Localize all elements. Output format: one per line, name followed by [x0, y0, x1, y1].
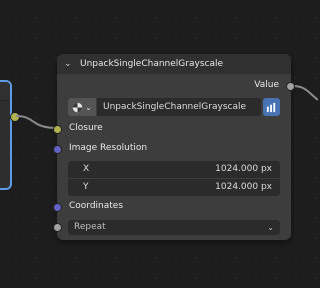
extension-value: Repeat	[74, 222, 106, 232]
resolution-y-label: Y	[83, 182, 89, 192]
resolution-x-field[interactable]: X 1024.000 px	[68, 161, 280, 178]
coordinates-input-socket[interactable]	[53, 203, 62, 212]
chevron-down-icon: ⌄	[267, 223, 274, 232]
chevron-down-icon[interactable]: ⌄	[64, 59, 74, 69]
node-header[interactable]: ⌄ UnpackSingleChannelGrayscale	[57, 54, 291, 74]
resolution-y-value: 1024.000 px	[215, 182, 272, 192]
image-selector: ⌄ UnpackSingleChannelGrayscale	[68, 98, 280, 116]
resolution-y-field[interactable]: Y 1024.000 px	[68, 179, 280, 196]
image-resolution-socket[interactable]	[53, 145, 62, 154]
value-output-socket[interactable]	[286, 82, 295, 91]
node-title: UnpackSingleChannelGrayscale	[80, 59, 224, 69]
closure-link	[15, 115, 58, 129]
chevron-down-icon: ⌄	[85, 102, 92, 112]
coordinates-label: Coordinates	[69, 201, 124, 211]
image-name-field[interactable]: UnpackSingleChannelGrayscale	[97, 98, 261, 116]
closure-input-socket[interactable]	[53, 125, 62, 134]
image-resolution-label: Image Resolution	[69, 143, 148, 153]
extension-dropdown[interactable]: Repeat ⌄	[68, 220, 280, 235]
unpack-grayscale-node[interactable]: ⌄ UnpackSingleChannelGrayscale Value ⌄ U…	[53, 54, 295, 240]
closure-label: Closure	[69, 123, 103, 133]
value-output-label: Value	[254, 80, 279, 90]
image-type-dropdown[interactable]: ⌄	[68, 98, 96, 116]
resolution-x-label: X	[83, 164, 90, 174]
resolution-x-value: 1024.000 px	[215, 164, 272, 174]
value-output-link	[292, 85, 318, 101]
browse-image-button[interactable]	[263, 98, 280, 116]
image-sphere-icon	[72, 102, 83, 112]
browse-image-icon	[266, 102, 276, 112]
extension-input-socket[interactable]	[53, 223, 62, 232]
